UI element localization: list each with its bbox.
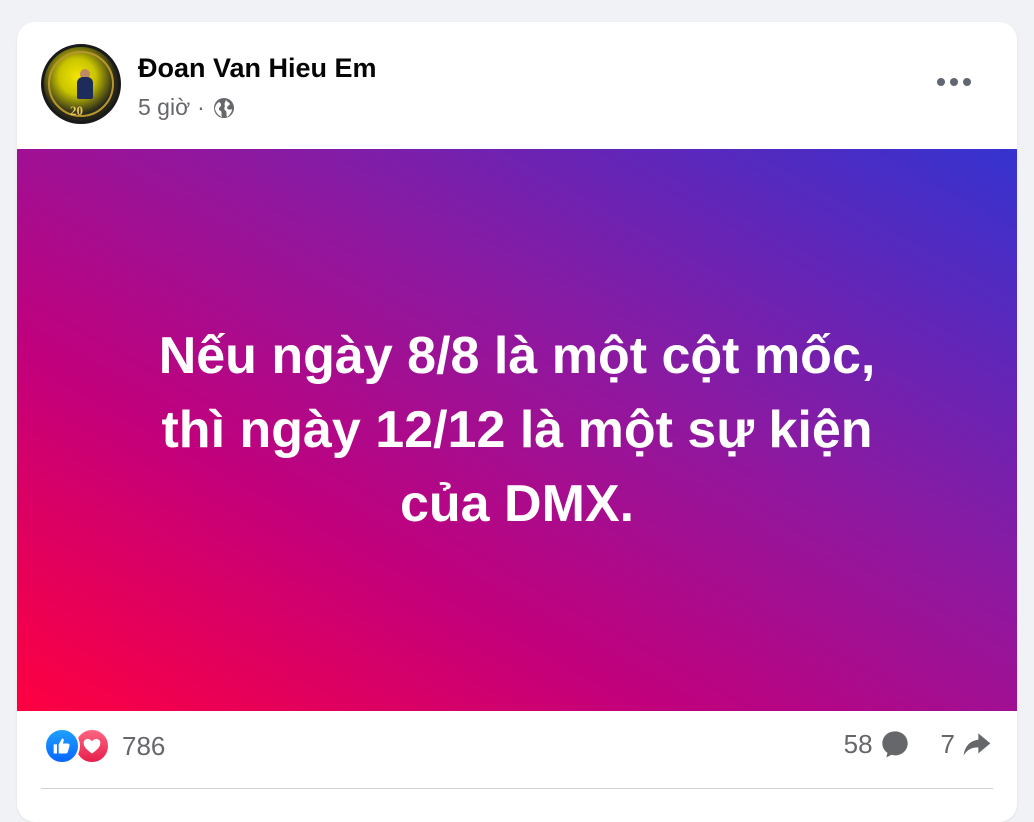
avatar-person-body [77, 77, 93, 99]
post-card: 20 Đoan Van Hieu Em 5 giờ · Nếu ngày 8/8… [17, 22, 1017, 822]
shares-count-button[interactable]: 7 [941, 728, 993, 760]
reactions-summary[interactable]: 786 [44, 728, 165, 764]
post-time[interactable]: 5 giờ [138, 94, 190, 121]
comment-icon [881, 731, 908, 758]
avatar-badge: 20 [70, 103, 83, 118]
post-meta: 5 giờ · [138, 94, 236, 121]
comments-count: 58 [843, 728, 873, 759]
post-text: Nếu ngày 8/8 là một cột mốc, thì ngày 12… [158, 327, 876, 533]
more-dot-icon [963, 78, 971, 86]
engagement-stats: 58 7 [844, 728, 993, 760]
divider [41, 788, 993, 789]
comments-count-button[interactable]: 58 [844, 728, 911, 760]
meta-separator: · [197, 94, 205, 120]
reactions-count: 786 [122, 730, 166, 761]
post-header: 20 Đoan Van Hieu Em 5 giờ · [17, 22, 1017, 148]
post-background[interactable]: Nếu ngày 8/8 là một cột mốc, thì ngày 12… [17, 149, 1017, 711]
more-dot-icon [937, 78, 945, 86]
shares-count: 7 [940, 728, 955, 759]
author-avatar[interactable]: 20 [41, 44, 121, 124]
author-name[interactable]: Đoan Van Hieu Em [138, 53, 377, 84]
share-icon [963, 733, 991, 756]
more-options-button[interactable] [929, 62, 979, 102]
globe-icon[interactable] [212, 96, 236, 120]
post-stats: 786 58 7 [17, 712, 1017, 772]
more-dot-icon [950, 78, 958, 86]
like-icon [44, 728, 80, 764]
